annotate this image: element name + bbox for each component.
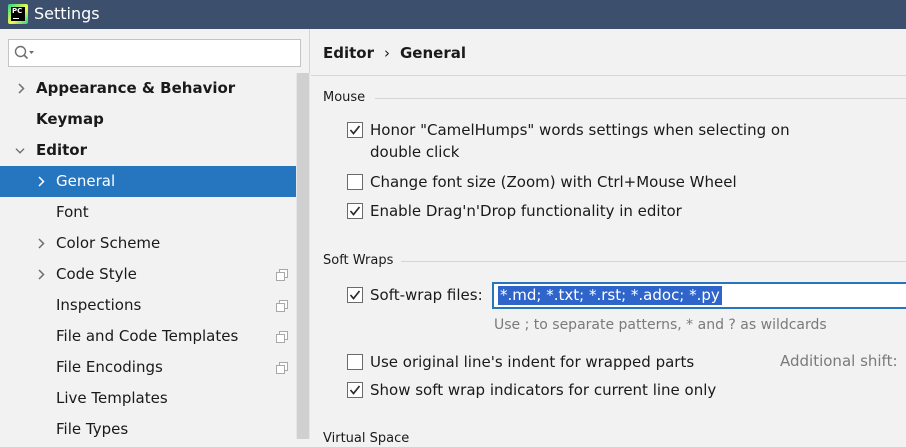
sidebar-item-color-scheme[interactable]: Color Scheme [0,228,296,259]
sidebar-item-file-encodings[interactable]: File Encodings [0,352,296,383]
sidebar-item-editor[interactable]: Editor [0,135,296,166]
sidebar-item-label: Editor [36,141,87,159]
window-title: Settings [34,4,100,23]
sidebar-item-file-types[interactable]: File Types [0,414,296,445]
chevron-down-icon[interactable] [15,145,25,156]
sidebar-item-code-style[interactable]: Code Style [0,259,296,290]
copy-icon [276,362,288,374]
original-indent-checkbox[interactable] [347,354,363,370]
sidebar-item-label: Appearance & Behavior [36,79,236,97]
option-label: Use original line's indent for wrapped p… [370,353,695,371]
section-title-virtual-space: Virtual Space [323,431,410,446]
sidebar-item-label: Keymap [36,110,104,128]
copy-icon [276,269,288,281]
sidebar-item-label: Font [56,203,89,221]
sidebar-item-live-templates[interactable]: Live Templates [0,383,296,414]
sidebar-item-label: Inspections [56,296,142,314]
section-divider [401,261,906,262]
chevron-right-icon[interactable] [16,83,26,94]
section-title-soft-wraps: Soft Wraps [323,253,394,268]
sidebar-item-label: Code Style [56,265,137,283]
settings-sidebar: Appearance & Behavior Keymap Editor Gene… [0,29,310,439]
copy-icon [276,331,288,343]
scrollbar-thumb[interactable] [297,73,309,439]
breadcrumb-parent[interactable]: Editor [323,44,374,62]
soft-wrap-files-input[interactable]: *.md; *.txt; *.rst; *.adoc; *.py [492,282,906,309]
option-label: Show soft wrap indicators for current li… [370,381,717,399]
checkmark-icon [349,290,361,300]
additional-shift-label: Additional shift: [780,352,898,370]
sidebar-item-label: Live Templates [56,389,168,407]
sidebar-item-label: File Types [56,420,129,438]
sidebar-item-general[interactable]: General [0,166,296,197]
drag-drop-checkbox[interactable] [347,203,363,219]
sidebar-item-label: File and Code Templates [56,327,239,345]
header-divider [311,75,906,76]
pycharm-icon: PC [8,4,28,24]
settings-tree: Appearance & Behavior Keymap Editor Gene… [0,73,296,445]
search-input[interactable] [39,42,294,64]
zoom-font-checkbox[interactable] [347,174,363,190]
search-icon[interactable] [14,45,36,61]
option-label: Enable Drag'n'Drop functionality in edit… [370,202,682,220]
option-label: double click [370,143,460,161]
sidebar-scrollbar[interactable] [296,73,310,439]
option-label: Change font size (Zoom) with Ctrl+Mouse … [370,173,737,191]
chevron-right-icon[interactable] [36,269,46,280]
sidebar-item-label: File Encodings [56,358,163,376]
honor-camelhumps-checkbox[interactable] [347,122,363,138]
option-label: Soft-wrap files: [370,286,483,304]
soft-wrap-hint: Use ; to separate patterns, * and ? as w… [494,317,827,333]
search-box[interactable] [8,39,301,67]
breadcrumb-current: General [400,44,466,62]
settings-content: Editor › General Mouse Honor "CamelHumps" … [311,29,906,446]
breadcrumb-separator: › [384,44,390,62]
checkmark-icon [349,125,361,135]
copy-icon [276,300,288,312]
sidebar-item-label: Color Scheme [56,234,161,252]
chevron-right-icon[interactable] [36,176,46,187]
sidebar-item-label: General [56,172,116,190]
option-label: Honor "CamelHumps" words settings when s… [370,121,790,139]
section-divider [375,98,906,99]
sidebar-item-keymap[interactable]: Keymap [0,104,296,135]
sidebar-item-file-and-code-templates[interactable]: File and Code Templates [0,321,296,352]
chevron-right-icon[interactable] [36,238,46,249]
breadcrumb: Editor › General [323,43,466,63]
soft-wrap-files-checkbox[interactable] [347,287,363,303]
soft-wrap-files-value[interactable]: *.md; *.txt; *.rst; *.adoc; *.py [498,286,722,305]
sidebar-item-appearance-behavior[interactable]: Appearance & Behavior [0,73,296,104]
title-bar: PC Settings [0,0,906,29]
checkmark-icon [349,385,361,395]
section-title-mouse: Mouse [323,90,366,105]
sidebar-item-font[interactable]: Font [0,197,296,228]
sidebar-item-inspections[interactable]: Inspections [0,290,296,321]
checkmark-icon [349,206,361,216]
soft-wrap-indicators-checkbox[interactable] [347,382,363,398]
